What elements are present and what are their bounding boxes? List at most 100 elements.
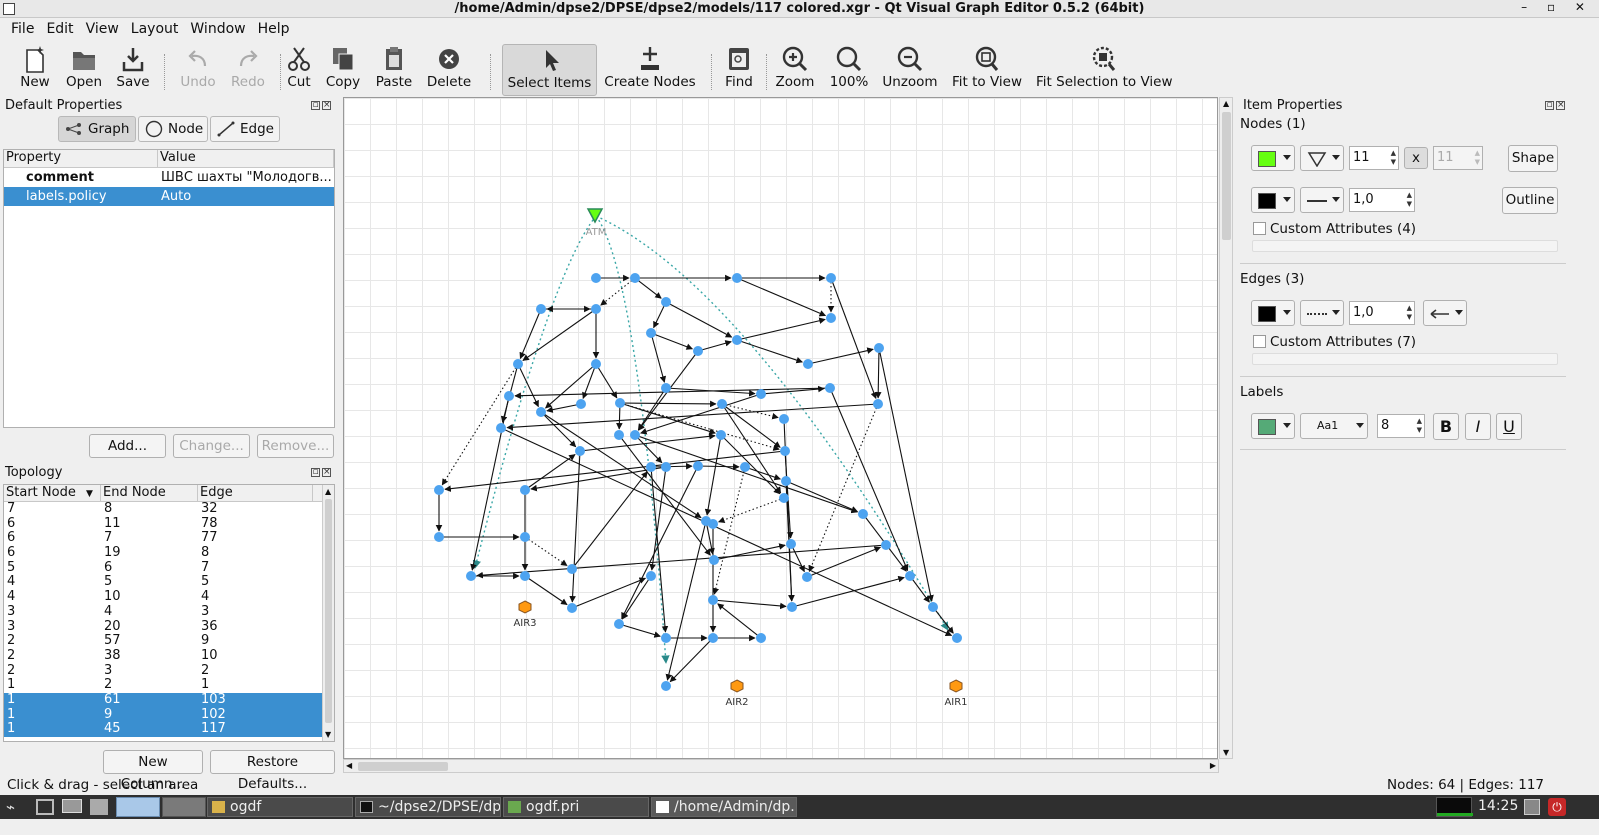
graph-node[interactable]: [646, 462, 656, 472]
graph-node[interactable]: [646, 571, 656, 581]
scroll-thumb[interactable]: [1222, 112, 1231, 240]
graph-drawing[interactable]: ATM AIR3 AIR2 AIR1: [344, 98, 1218, 759]
italic-button[interactable]: I: [1465, 413, 1491, 440]
node-color-picker[interactable]: [1251, 145, 1295, 171]
column-edge[interactable]: Edge: [198, 485, 313, 501]
edge[interactable]: [791, 575, 905, 608]
outline-style-picker[interactable]: [1300, 187, 1344, 213]
outline-button[interactable]: Outline: [1502, 187, 1558, 214]
paste-button[interactable]: Paste: [372, 44, 416, 96]
spin-arrows-icon[interactable]: ▲ ▼: [1391, 149, 1396, 167]
graph-node[interactable]: [661, 681, 671, 691]
canvas-horizontal-scrollbar[interactable]: ◀ ▶: [343, 759, 1219, 773]
node-height-spinbox[interactable]: 11 ▲ ▼: [1433, 146, 1483, 170]
table-row[interactable]: 1 61 103: [4, 692, 334, 708]
graph-node[interactable]: [575, 446, 585, 456]
windows-icon[interactable]: [90, 799, 108, 815]
node-custom-attributes-checkbox[interactable]: [1253, 222, 1266, 235]
graph-node[interactable]: [434, 485, 444, 495]
graph-node[interactable]: [576, 399, 586, 409]
select-items-button[interactable]: Select Items: [502, 44, 597, 96]
graph-node[interactable]: [709, 555, 719, 565]
graph-node[interactable]: [520, 485, 530, 495]
graph-node[interactable]: [802, 572, 812, 582]
graph-node[interactable]: [780, 446, 790, 456]
sink-node-air2[interactable]: [730, 679, 744, 693]
edge[interactable]: [650, 332, 667, 383]
window-controls[interactable]: – ▫ ✕: [1521, 0, 1593, 14]
task-ogdf-pri[interactable]: ogdf.pri: [503, 797, 649, 817]
property-row-comment[interactable]: comment ШВС шахты "Молодогв...: [4, 168, 334, 187]
graph-node[interactable]: [716, 430, 726, 440]
menu-edit[interactable]: Edit: [40, 19, 79, 37]
edge[interactable]: [524, 536, 568, 567]
graph-node[interactable]: [825, 383, 835, 393]
edge-width-spinbox[interactable]: 1,0 ▲ ▼: [1349, 301, 1415, 325]
find-button[interactable]: Find: [720, 44, 758, 96]
edge[interactable]: [785, 480, 859, 513]
zoom-button[interactable]: Zoom: [774, 44, 816, 96]
graph-node[interactable]: [614, 430, 624, 440]
scroll-up-icon[interactable]: ▲: [1223, 99, 1229, 108]
label-size-spinbox[interactable]: 8 ▲ ▼: [1377, 414, 1425, 438]
property-table[interactable]: Property Value comment ШВС шахты "Молодо…: [3, 149, 335, 428]
show-desktop-icon[interactable]: [36, 799, 54, 815]
table-row[interactable]: 1 9 102: [4, 707, 334, 723]
graph-node[interactable]: [881, 540, 891, 550]
edge[interactable]: [621, 575, 652, 620]
edge[interactable]: [637, 387, 667, 431]
monitor-icon[interactable]: [62, 799, 82, 813]
label-color-picker[interactable]: [1251, 413, 1295, 439]
edge[interactable]: [806, 546, 882, 578]
graph-node[interactable]: [732, 273, 742, 283]
sink-node-air1[interactable]: [949, 679, 963, 693]
underline-button[interactable]: U: [1496, 413, 1522, 440]
change-button[interactable]: Change...: [173, 434, 250, 458]
edge[interactable]: [600, 277, 636, 306]
graph-node[interactable]: [779, 493, 789, 503]
edge[interactable]: [718, 497, 785, 523]
restore-defaults-button[interactable]: Restore Defaults...: [210, 750, 335, 792]
cut-button[interactable]: Cut: [282, 44, 316, 96]
new-button[interactable]: New: [14, 44, 56, 96]
node-shape-picker[interactable]: [1300, 145, 1344, 171]
graph-node[interactable]: [717, 399, 727, 409]
edge[interactable]: [736, 339, 803, 364]
dock-buttons[interactable]: ▫ ×: [309, 100, 331, 110]
graph-node[interactable]: [466, 571, 476, 581]
graph-node[interactable]: [630, 273, 640, 283]
delete-button[interactable]: Delete: [424, 44, 474, 96]
table-row[interactable]: 1 45 117: [4, 722, 334, 737]
tab-node[interactable]: Node: [138, 116, 208, 142]
edge[interactable]: [441, 363, 519, 486]
graph-node[interactable]: [787, 602, 797, 612]
menu-file[interactable]: File: [5, 19, 40, 37]
workspace-1[interactable]: [116, 797, 160, 817]
task-graph-editor[interactable]: /home/Admin/dp...: [651, 797, 797, 817]
graph-node[interactable]: [873, 399, 883, 409]
graph-node[interactable]: [756, 633, 766, 643]
canvas-vertical-scrollbar[interactable]: ▲ ▼: [1219, 97, 1233, 759]
scroll-down-icon[interactable]: ▼: [325, 730, 331, 739]
close-icon[interactable]: ×: [1556, 101, 1565, 110]
node-width-spinbox[interactable]: 11 ▲ ▼: [1349, 146, 1399, 170]
edge-direction-picker[interactable]: [1423, 300, 1467, 326]
spin-arrows-icon[interactable]: ▲ ▼: [1407, 304, 1412, 322]
graph-node[interactable]: [496, 423, 506, 433]
source-node-atm[interactable]: [586, 208, 604, 224]
edge[interactable]: [619, 400, 717, 408]
table-row[interactable]: 3 4 3: [4, 604, 334, 620]
fit-to-view-button[interactable]: Fit to View: [950, 44, 1024, 96]
edge[interactable]: [720, 434, 781, 495]
table-row[interactable]: 4 10 4: [4, 589, 334, 605]
edge[interactable]: [736, 317, 826, 341]
graph-node[interactable]: [567, 564, 577, 574]
menu-view[interactable]: View: [80, 19, 125, 37]
spin-arrows-icon[interactable]: ▲ ▼: [1417, 417, 1422, 435]
scroll-thumb[interactable]: [325, 499, 332, 723]
float-icon[interactable]: ▫: [311, 101, 320, 110]
remove-button[interactable]: Remove...: [257, 434, 334, 458]
graph-node[interactable]: [614, 619, 624, 629]
graph-node[interactable]: [520, 532, 530, 542]
graph-node[interactable]: [952, 633, 962, 643]
